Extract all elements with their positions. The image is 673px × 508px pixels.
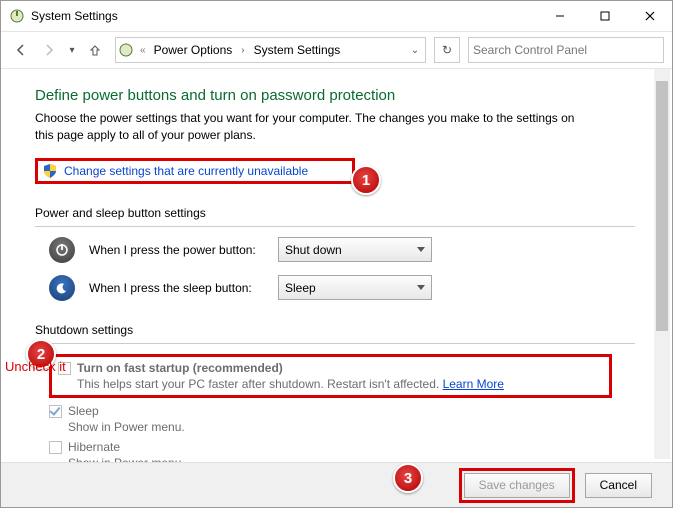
section-shutdown-label: Shutdown settings [35,323,644,337]
power-settings-icon [9,8,25,24]
sleep-button-row: When I press the sleep button: Sleep [49,275,644,301]
breadcrumb-system-settings[interactable]: System Settings [252,43,343,57]
fast-startup-title: Turn on fast startup (recommended) [77,361,504,375]
sleep-option-label: Sleep [68,404,185,418]
save-changes-button[interactable]: Save changes [464,473,570,498]
annotation-badge-1: 1 [351,165,381,195]
forward-button[interactable] [37,38,61,62]
content-area: Define power buttons and turn on passwor… [1,69,672,471]
refresh-button[interactable]: ↻ [434,37,460,63]
maximize-button[interactable] [582,1,627,31]
footer-bar: Save changes Cancel [1,462,672,507]
sleep-option-row: Sleep Show in Power menu. [49,404,644,434]
sleep-button-label: When I press the sleep button: [89,281,264,295]
change-settings-link[interactable]: Change settings that are currently unava… [64,164,308,178]
sleep-checkbox[interactable] [49,405,62,418]
minimize-button[interactable] [537,1,582,31]
section-power-sleep-label: Power and sleep button settings [35,206,644,220]
search-input[interactable]: Search Control Panel [468,37,664,63]
annotation-uncheck-text: Uncheck it [5,359,66,374]
address-icon [118,42,134,58]
up-button[interactable] [83,38,107,62]
uac-shield-icon [42,163,58,179]
back-button[interactable] [9,38,33,62]
address-dropdown[interactable]: ⌄ [407,45,423,56]
power-button-combo[interactable]: Shut down [278,237,432,262]
breadcrumb-back-chevron[interactable]: « [138,45,148,56]
address-bar[interactable]: « Power Options › System Settings ⌄ [115,37,426,63]
window-title: System Settings [31,9,118,23]
divider [35,226,635,227]
breadcrumb-power-options[interactable]: Power Options [152,43,235,57]
power-button-label: When I press the power button: [89,243,264,257]
hibernate-option-label: Hibernate [68,440,185,454]
annotation-badge-3: 3 [393,463,423,493]
nav-toolbar: ▾ « Power Options › System Settings ⌄ ↻ … [1,31,672,69]
system-settings-window: System Settings ▾ « Power Options › Syst… [0,0,673,508]
history-dropdown[interactable]: ▾ [65,45,79,56]
sleep-icon [49,275,75,301]
page-heading: Define power buttons and turn on passwor… [35,87,644,104]
sleep-button-value: Sleep [285,281,316,295]
power-button-row: When I press the power button: Shut down [49,237,644,263]
close-button[interactable] [627,1,672,31]
sleep-option-sub: Show in Power menu. [68,420,185,434]
title-bar: System Settings [1,1,672,31]
page-description: Choose the power settings that you want … [35,110,595,144]
divider-2 [35,343,635,344]
power-button-value: Shut down [285,243,342,257]
power-icon [49,237,75,263]
fast-startup-box: Turn on fast startup (recommended) This … [49,354,612,398]
cancel-button[interactable]: Cancel [585,473,652,498]
scrollbar-thumb[interactable] [656,81,668,331]
hibernate-checkbox[interactable] [49,441,62,454]
fast-startup-description: This helps start your PC faster after sh… [77,377,504,391]
learn-more-link[interactable]: Learn More [443,377,504,391]
save-changes-highlight: Save changes [459,468,575,503]
window-buttons [537,1,672,31]
vertical-scrollbar[interactable] [654,69,670,459]
chevron-right-icon: › [238,45,247,56]
sleep-button-combo[interactable]: Sleep [278,275,432,300]
change-settings-link-box: Change settings that are currently unava… [35,158,355,184]
